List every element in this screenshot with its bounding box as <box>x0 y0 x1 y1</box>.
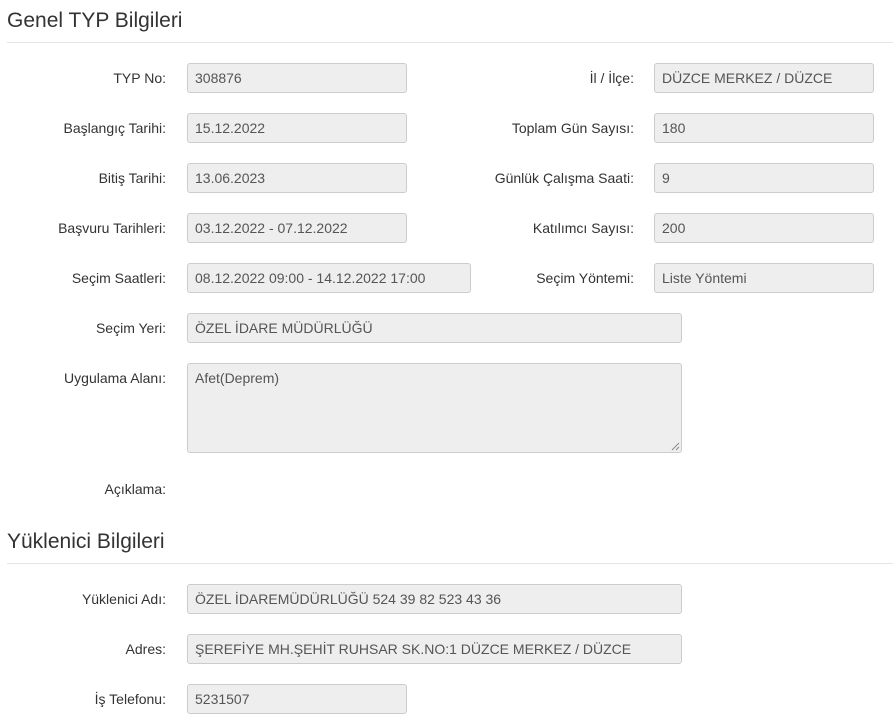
uygulama-alani-label: Uygulama Alanı: <box>64 370 166 386</box>
il-ilce-label: İl / İlçe: <box>589 70 634 86</box>
secim-yeri-field[interactable]: ÖZEL İDARE MÜDÜRLÜĞÜ <box>187 313 682 343</box>
yuklenici-adi-field[interactable]: ÖZEL İDAREMÜDÜRLÜĞÜ 524 39 82 523 43 36 <box>187 584 682 614</box>
gunluk-saat-field[interactable]: 9 <box>654 163 874 193</box>
secim-saatleri-label: Seçim Saatleri: <box>71 270 166 286</box>
baslangic-tarihi-field[interactable]: 15.12.2022 <box>187 113 407 143</box>
bitis-tarihi-field[interactable]: 13.06.2023 <box>187 163 407 193</box>
section-title-contractor: Yüklenici Bilgileri <box>7 530 165 553</box>
baslangic-tarihi-label: Başlangıç Tarihi: <box>63 120 166 136</box>
aciklama-label: Açıklama: <box>104 481 166 497</box>
adres-field[interactable]: ŞEREFİYE MH.ŞEHİT RUHSAR SK.NO:1 DÜZCE M… <box>187 634 682 664</box>
secim-yontemi-field[interactable]: Liste Yöntemi <box>654 263 874 293</box>
basvuru-tarihleri-label: Başvuru Tarihleri: <box>58 220 166 236</box>
is-telefonu-field[interactable]: 5231507 <box>187 684 407 714</box>
typ-no-field[interactable]: 308876 <box>187 63 407 93</box>
resize-handle-icon[interactable] <box>670 441 680 451</box>
uygulama-alani-value: Afet(Deprem) <box>195 370 280 386</box>
secim-saatleri-field[interactable]: 08.12.2022 09:00 - 14.12.2022 17:00 <box>187 263 471 293</box>
uygulama-alani-textarea[interactable]: Afet(Deprem) <box>187 363 682 453</box>
bitis-tarihi-label: Bitiş Tarihi: <box>98 170 166 186</box>
secim-yontemi-label: Seçim Yöntemi: <box>536 270 634 286</box>
secim-yeri-label: Seçim Yeri: <box>95 320 166 336</box>
section-title-general: Genel TYP Bilgileri <box>7 9 183 32</box>
is-telefonu-label: İş Telefonu: <box>94 691 166 707</box>
yuklenici-adi-label: Yüklenici Adı: <box>81 591 166 607</box>
katilimci-sayisi-field[interactable]: 200 <box>654 213 874 243</box>
section-divider <box>7 42 893 43</box>
katilimci-sayisi-label: Katılımcı Sayısı: <box>532 220 634 236</box>
toplam-gun-field[interactable]: 180 <box>654 113 874 143</box>
gunluk-saat-label: Günlük Çalışma Saati: <box>494 170 634 186</box>
section-divider <box>7 563 893 564</box>
typ-no-label: TYP No: <box>113 70 166 86</box>
basvuru-tarihleri-field[interactable]: 03.12.2022 - 07.12.2022 <box>187 213 407 243</box>
adres-label: Adres: <box>125 641 166 657</box>
toplam-gun-label: Toplam Gün Sayısı: <box>511 120 634 136</box>
il-ilce-field[interactable]: DÜZCE MERKEZ / DÜZCE <box>654 63 874 93</box>
